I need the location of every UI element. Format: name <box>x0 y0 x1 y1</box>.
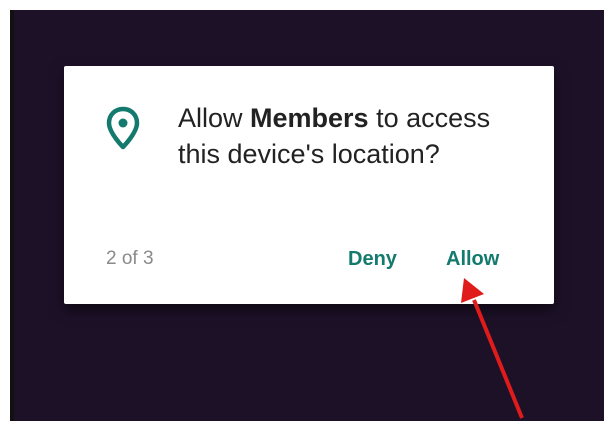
message-prefix: Allow <box>178 103 251 133</box>
permission-message: Allow Members to access this device's lo… <box>178 100 518 172</box>
deny-button[interactable]: Deny <box>344 246 401 273</box>
permission-dialog: Allow Members to access this device's lo… <box>64 66 554 304</box>
top-margin <box>0 0 604 10</box>
location-pin-icon <box>106 106 140 150</box>
allow-button[interactable]: Allow <box>442 246 503 273</box>
request-counter: 2 of 3 <box>106 248 154 269</box>
app-name: Members <box>250 103 369 133</box>
